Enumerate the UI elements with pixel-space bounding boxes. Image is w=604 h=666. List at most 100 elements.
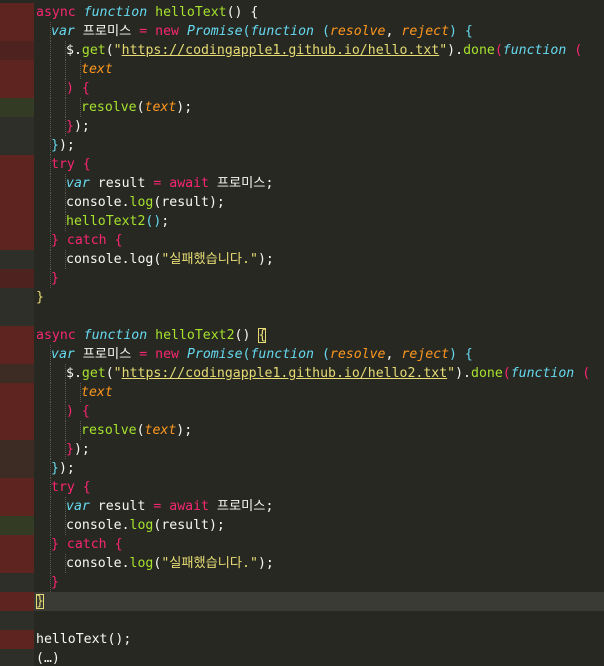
code-line[interactable]: async function helloText2() { [0, 326, 604, 345]
code-token: log [129, 556, 154, 571]
line-gutter-marker [0, 60, 34, 79]
code-line[interactable]: var 프로미스 = new Promise(function (resolve… [0, 345, 604, 364]
code-line[interactable]: } [0, 573, 604, 592]
code-token: resolve [329, 24, 386, 39]
code-line[interactable]: ) { [0, 402, 604, 421]
indent-guide [50, 440, 51, 459]
code-token: function [250, 347, 314, 362]
code-line[interactable]: console.log(result); [0, 516, 604, 535]
code-line[interactable]: try { [0, 478, 604, 497]
line-gutter-marker [0, 364, 34, 383]
code-token: result [89, 499, 154, 514]
code-token: catch [66, 233, 107, 248]
code-line[interactable]: var result = await 프로미스; [0, 497, 604, 516]
indent-guide [50, 79, 51, 98]
code-line[interactable]: } catch { [0, 535, 604, 554]
code-text: helloText2(); [66, 212, 169, 231]
code-token: reject [401, 347, 450, 362]
code-line[interactable]: text [0, 383, 604, 402]
code-line[interactable]: }); [0, 440, 604, 459]
line-gutter-marker [0, 516, 34, 535]
line-gutter-marker [0, 535, 34, 554]
indent-guide [65, 383, 66, 402]
code-line[interactable]: ) { [0, 79, 604, 98]
code-line[interactable]: resolve(text); [0, 98, 604, 117]
code-line[interactable] [0, 307, 604, 326]
code-line[interactable]: } [0, 288, 604, 307]
line-gutter-marker [0, 592, 34, 611]
code-token: () [234, 328, 259, 343]
code-line[interactable]: (…) [0, 649, 604, 666]
code-token: function [250, 24, 314, 39]
line-gutter-marker [0, 136, 34, 155]
code-token: result [161, 518, 209, 533]
code-line[interactable]: }); [0, 459, 604, 478]
code-line[interactable]: resolve(text); [0, 421, 604, 440]
code-token: ( [321, 347, 330, 362]
code-line[interactable]: var 프로미스 = new Promise(function (resolve… [0, 22, 604, 41]
code-token: reject [401, 24, 450, 39]
line-gutter-marker [0, 573, 34, 592]
indent-guide [65, 98, 66, 117]
code-token: resolve [81, 423, 137, 438]
code-line[interactable]: $.get("https://codingapple1.github.io/he… [0, 41, 604, 60]
code-line[interactable]: console.log("실패했습니다."); [0, 250, 604, 269]
code-token: ; [216, 518, 225, 533]
code-token: get [81, 366, 106, 381]
code-token: done [471, 366, 503, 381]
code-line[interactable]: } [0, 592, 604, 611]
code-token: async [36, 5, 76, 20]
code-token: ) [208, 518, 217, 533]
code-token: await [169, 176, 209, 191]
code-token: text [81, 385, 113, 400]
code-editor[interactable]: async function helloText() {var 프로미스 = n… [0, 0, 604, 666]
code-line[interactable]: console.log("실패했습니다."); [0, 554, 604, 573]
code-token: function [83, 328, 148, 343]
code-line[interactable]: $.get("https://codingapple1.github.io/he… [0, 364, 604, 383]
code-token: ; [184, 423, 193, 438]
line-gutter-marker [0, 478, 34, 497]
code-line[interactable]: async function helloText() { [0, 3, 604, 22]
code-token: result [161, 195, 209, 210]
code-token: { [258, 328, 267, 343]
indent-guide [50, 383, 51, 402]
code-token: { [81, 81, 90, 96]
code-line[interactable]: console.log(result); [0, 193, 604, 212]
code-token: helloText2 [66, 214, 146, 229]
code-token: Promise [186, 24, 243, 39]
code-line[interactable]: }); [0, 117, 604, 136]
code-line[interactable]: text [0, 60, 604, 79]
code-text: var 프로미스 = new Promise(function (resolve… [51, 345, 473, 364]
code-token: } [66, 442, 74, 457]
code-line[interactable]: try { [0, 155, 604, 174]
code-line[interactable]: helloText(); [0, 630, 604, 649]
line-gutter-marker [0, 250, 34, 269]
code-token: function [83, 5, 148, 20]
line-gutter-marker [0, 22, 34, 41]
code-token: ) [257, 556, 266, 571]
code-token: { [464, 347, 473, 362]
code-line[interactable] [0, 611, 604, 630]
code-line[interactable]: var result = await 프로미스; [0, 174, 604, 193]
code-token: { [114, 233, 123, 248]
code-token: done [463, 43, 495, 58]
code-line[interactable]: helloText2(); [0, 212, 604, 231]
line-gutter-marker [0, 288, 34, 307]
code-token: ); [58, 138, 75, 153]
indent-guide [50, 174, 51, 193]
code-line[interactable]: } [0, 269, 604, 288]
code-token: ( [136, 423, 145, 438]
code-line[interactable]: }); [0, 136, 604, 155]
code-text: async function helloText2() { [36, 326, 267, 345]
code-token: var [66, 499, 90, 514]
code-token: resolve [81, 100, 137, 115]
code-line[interactable]: } catch { [0, 231, 604, 250]
